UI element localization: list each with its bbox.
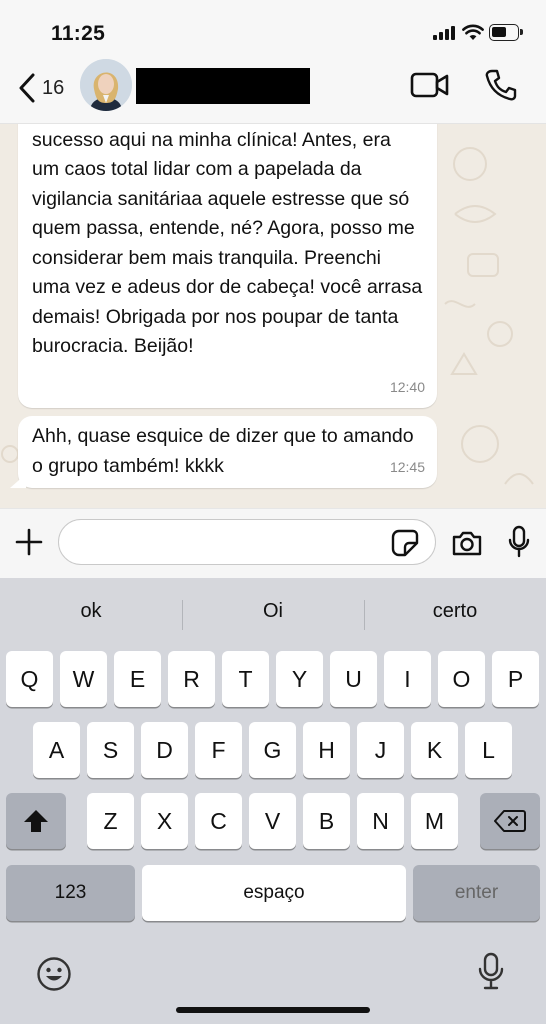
voice-message-button[interactable] xyxy=(508,525,530,564)
key-r[interactable]: R xyxy=(168,651,215,707)
key-m[interactable]: M xyxy=(411,793,458,849)
key-f[interactable]: F xyxy=(195,722,242,778)
message-input[interactable] xyxy=(58,519,436,565)
backspace-icon xyxy=(494,810,526,832)
suggestion-item[interactable]: ok xyxy=(0,600,182,623)
message-text: Ahh, quase esquice de dizer que to amand… xyxy=(32,425,414,477)
emoji-keyboard-button[interactable] xyxy=(36,956,72,997)
key-k[interactable]: K xyxy=(411,722,458,778)
shift-key[interactable] xyxy=(6,793,66,849)
key-w[interactable]: W xyxy=(60,651,107,707)
suggestion-bar: ok Oi certo xyxy=(0,578,546,650)
message-input-bar xyxy=(0,508,546,578)
message-bubble[interactable]: Oiha, só tenho elogios pro Safe Clinic, … xyxy=(18,124,437,408)
back-button[interactable]: 16 xyxy=(18,68,64,108)
key-z[interactable]: Z xyxy=(87,793,134,849)
shift-icon xyxy=(24,810,48,832)
key-n[interactable]: N xyxy=(357,793,404,849)
chat-area[interactable]: Oiha, só tenho elogios pro Safe Clinic, … xyxy=(0,124,546,508)
key-h[interactable]: H xyxy=(303,722,350,778)
status-bar: 11:25 xyxy=(0,0,546,62)
message-bubble[interactable]: Ahh, quase esquice de dizer que to amand… xyxy=(18,416,437,488)
video-call-button[interactable] xyxy=(410,72,450,103)
key-y[interactable]: Y xyxy=(276,651,323,707)
microphone-icon xyxy=(508,525,530,558)
key-q[interactable]: Q xyxy=(6,651,53,707)
emoji-icon xyxy=(37,957,71,991)
dictation-button[interactable] xyxy=(478,952,504,995)
camera-button[interactable] xyxy=(451,529,483,562)
camera-icon xyxy=(452,531,482,556)
key-l[interactable]: L xyxy=(465,722,512,778)
key-j[interactable]: J xyxy=(357,722,404,778)
suggestion-item[interactable]: certo xyxy=(364,600,546,623)
video-call-icon xyxy=(410,72,449,98)
key-a[interactable]: A xyxy=(33,722,80,778)
sticker-button[interactable] xyxy=(391,529,419,562)
wifi-icon xyxy=(462,24,484,40)
battery-icon xyxy=(489,24,523,41)
key-u[interactable]: U xyxy=(330,651,377,707)
contact-name-redacted[interactable] xyxy=(136,68,310,104)
key-c[interactable]: C xyxy=(195,793,242,849)
sticker-icon xyxy=(391,529,419,557)
attach-button[interactable] xyxy=(14,527,44,562)
suggestion-item[interactable]: Oi xyxy=(182,600,364,623)
key-t[interactable]: T xyxy=(222,651,269,707)
phone-icon xyxy=(485,69,517,101)
chat-header: 16 xyxy=(0,59,546,124)
back-chevron-icon xyxy=(19,73,35,103)
plus-icon xyxy=(15,528,43,556)
space-key[interactable]: espaço xyxy=(142,865,406,921)
unread-count: 16 xyxy=(42,76,65,99)
key-e[interactable]: E xyxy=(114,651,161,707)
key-s[interactable]: S xyxy=(87,722,134,778)
message-time: 12:40 xyxy=(389,378,425,395)
signal-icon xyxy=(433,26,457,40)
key-v[interactable]: V xyxy=(249,793,296,849)
key-g[interactable]: G xyxy=(249,722,296,778)
numbers-key[interactable]: 123 xyxy=(6,865,135,921)
key-x[interactable]: X xyxy=(141,793,188,849)
key-p[interactable]: P xyxy=(492,651,539,707)
voice-call-button[interactable] xyxy=(484,68,518,107)
microphone-icon xyxy=(478,952,504,990)
avatar[interactable] xyxy=(80,59,132,111)
enter-key[interactable]: enter xyxy=(413,865,540,921)
message-text: Oiha, só tenho elogios pro Safe Clinic, … xyxy=(32,128,423,358)
key-o[interactable]: O xyxy=(438,651,485,707)
key-d[interactable]: D xyxy=(141,722,188,778)
key-i[interactable]: I xyxy=(384,651,431,707)
key-b[interactable]: B xyxy=(303,793,350,849)
home-indicator[interactable] xyxy=(176,1007,370,1013)
keyboard: ok Oi certo Q W E R T Y U I O P A S D F … xyxy=(0,578,546,1024)
message-time: 12:45 xyxy=(389,458,425,475)
status-time: 11:25 xyxy=(51,22,106,45)
backspace-key[interactable] xyxy=(480,793,540,849)
